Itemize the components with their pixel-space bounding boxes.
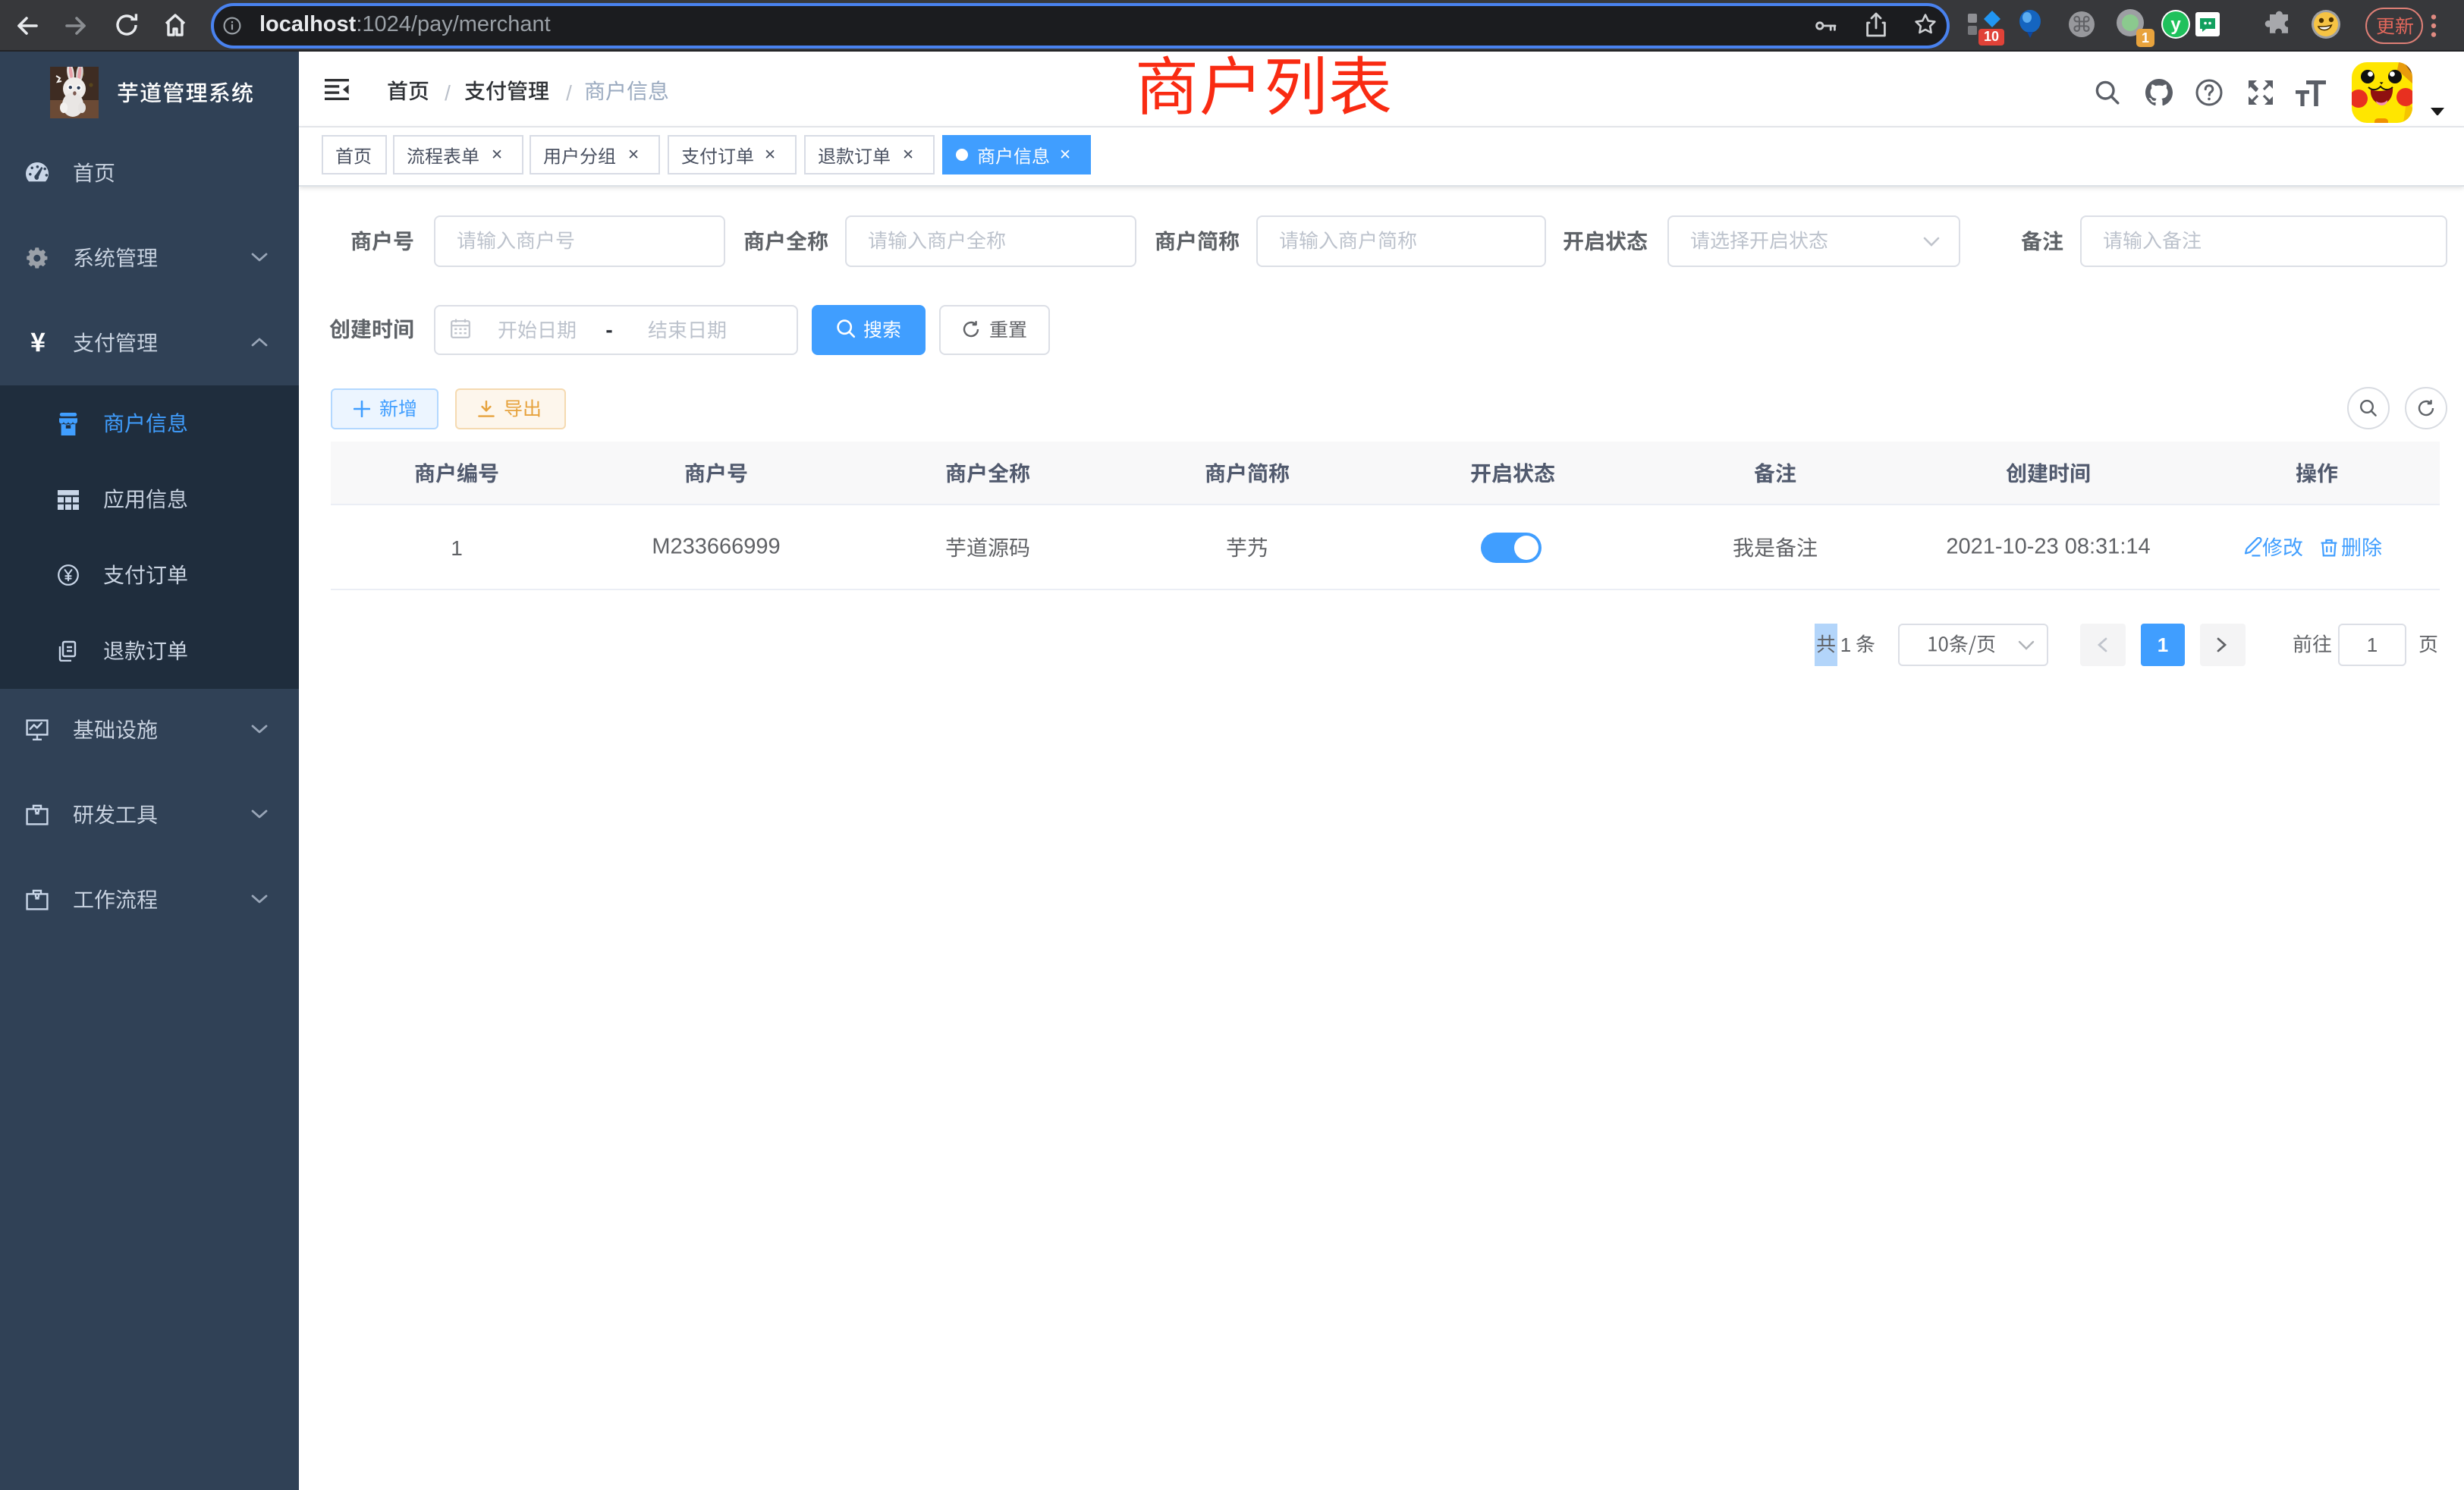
svg-text:⌘: ⌘ (2071, 13, 2092, 36)
